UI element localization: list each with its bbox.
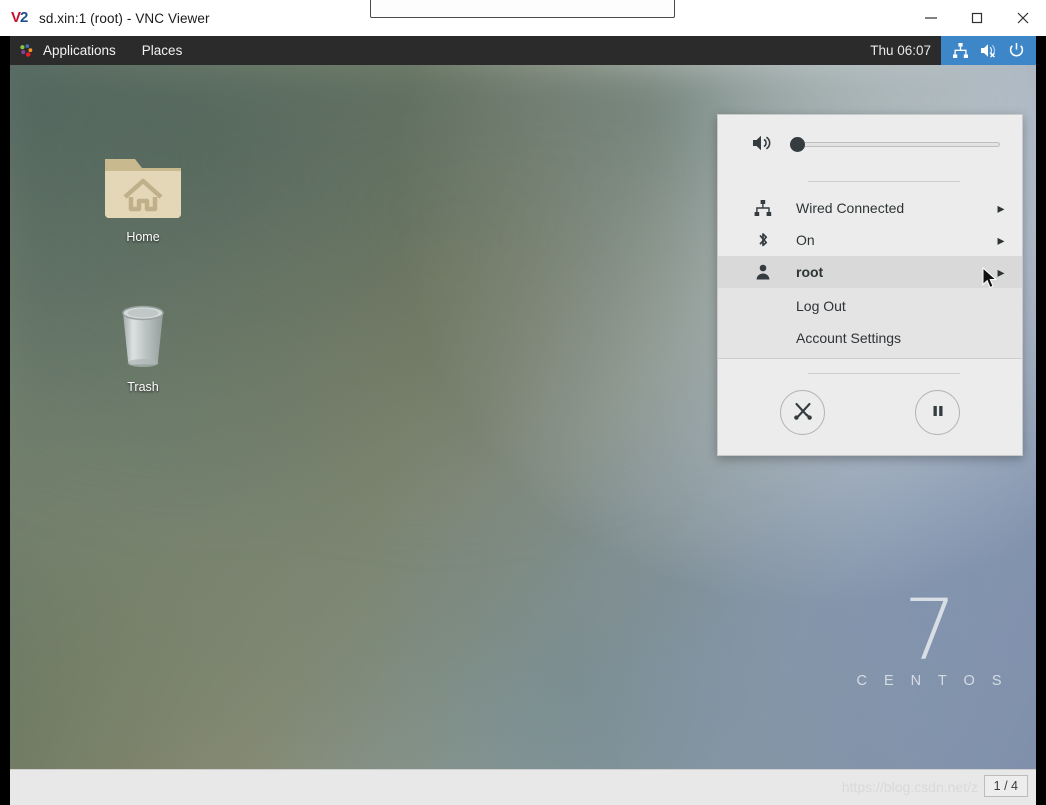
remote-screen: Applications Places Thu 06:07 Home Trash… (10, 36, 1036, 769)
close-button[interactable] (1000, 0, 1046, 36)
page-watermark: https://blog.csdn.net/z (841, 779, 978, 795)
places-menu[interactable]: Places (142, 43, 183, 58)
chevron-right-icon: ▸ (997, 231, 1005, 248)
menu-item-log-out[interactable]: Log Out (718, 290, 1022, 322)
volume-muted-icon (979, 42, 998, 59)
slider-track (790, 142, 1000, 147)
suspend-button[interactable] (915, 390, 960, 435)
power-icon (1008, 42, 1025, 59)
centos-name: C E N T O S (856, 673, 1008, 689)
menu-action-buttons (718, 390, 1022, 435)
network-wired-icon (952, 42, 969, 59)
desktop-icon-label: Trash (127, 380, 159, 394)
page-indicator[interactable]: 1 / 4 (983, 775, 1028, 797)
panel-right-area: Thu 06:07 (860, 36, 1036, 72)
centos-version: 7 (903, 581, 957, 679)
window-title: sd.xin:1 (root) - VNC Viewer (39, 10, 210, 26)
pause-icon (930, 403, 946, 422)
window-controls (908, 0, 1046, 36)
remote-screen-frame: Applications Places Thu 06:07 Home Trash… (0, 36, 1046, 805)
desktop-icon-home[interactable]: Home (88, 143, 198, 244)
menu-divider-bottom (808, 373, 960, 374)
network-wired-icon (752, 199, 774, 217)
settings-button[interactable] (780, 390, 825, 435)
volume-row[interactable] (718, 115, 1022, 173)
user-icon (752, 263, 774, 281)
gnome-top-panel: Applications Places Thu 06:07 (10, 36, 1036, 72)
panel-clock[interactable]: Thu 06:07 (860, 43, 941, 58)
chevron-right-icon: ▸ (997, 263, 1005, 280)
centos-watermark: 7 C E N T O S (850, 581, 1008, 689)
system-status-menu[interactable]: Wired Connected ▸ On ▸ root ▸ Log Out Ac… (717, 114, 1023, 456)
menu-item-bluetooth[interactable]: On ▸ (718, 224, 1022, 256)
minimize-button[interactable] (908, 0, 954, 36)
desktop-area[interactable]: Home Trash 7 C E N T O S Wired Connected… (10, 65, 1036, 769)
panel-status-area[interactable] (941, 36, 1036, 72)
desktop-icon-label: Home (126, 230, 160, 244)
menu-item-label: On (796, 232, 815, 248)
folder-home-icon (105, 159, 181, 218)
vnc-viewer-window: V2 sd.xin:1 (root) - VNC Viewer Applicat… (0, 0, 1046, 805)
vnc-floating-toolbar[interactable] (370, 0, 675, 18)
gnome-foot-icon (18, 43, 34, 59)
chevron-right-icon: ▸ (997, 199, 1005, 216)
menu-item-user[interactable]: root ▸ (718, 256, 1022, 288)
menu-item-account-settings[interactable]: Account Settings (718, 322, 1022, 354)
volume-icon (752, 134, 774, 155)
menu-divider (808, 181, 960, 182)
slider-knob[interactable] (790, 137, 805, 152)
maximize-button[interactable] (954, 0, 1000, 36)
menu-item-label: root (796, 264, 824, 280)
volume-slider[interactable] (790, 135, 1000, 153)
user-submenu: Log Out Account Settings (718, 288, 1022, 359)
applications-menu[interactable]: Applications (43, 43, 116, 58)
bluetooth-icon (752, 231, 774, 249)
tools-icon (792, 400, 814, 425)
menu-item-wired[interactable]: Wired Connected ▸ (718, 192, 1022, 224)
viewer-status-bar: https://blog.csdn.net/z 1 / 4 (10, 769, 1036, 805)
vnc-logo-icon: V2 (11, 9, 29, 26)
menu-item-label: Wired Connected (796, 200, 905, 216)
trash-bin-icon (122, 305, 164, 367)
desktop-icon-trash[interactable]: Trash (88, 293, 198, 394)
